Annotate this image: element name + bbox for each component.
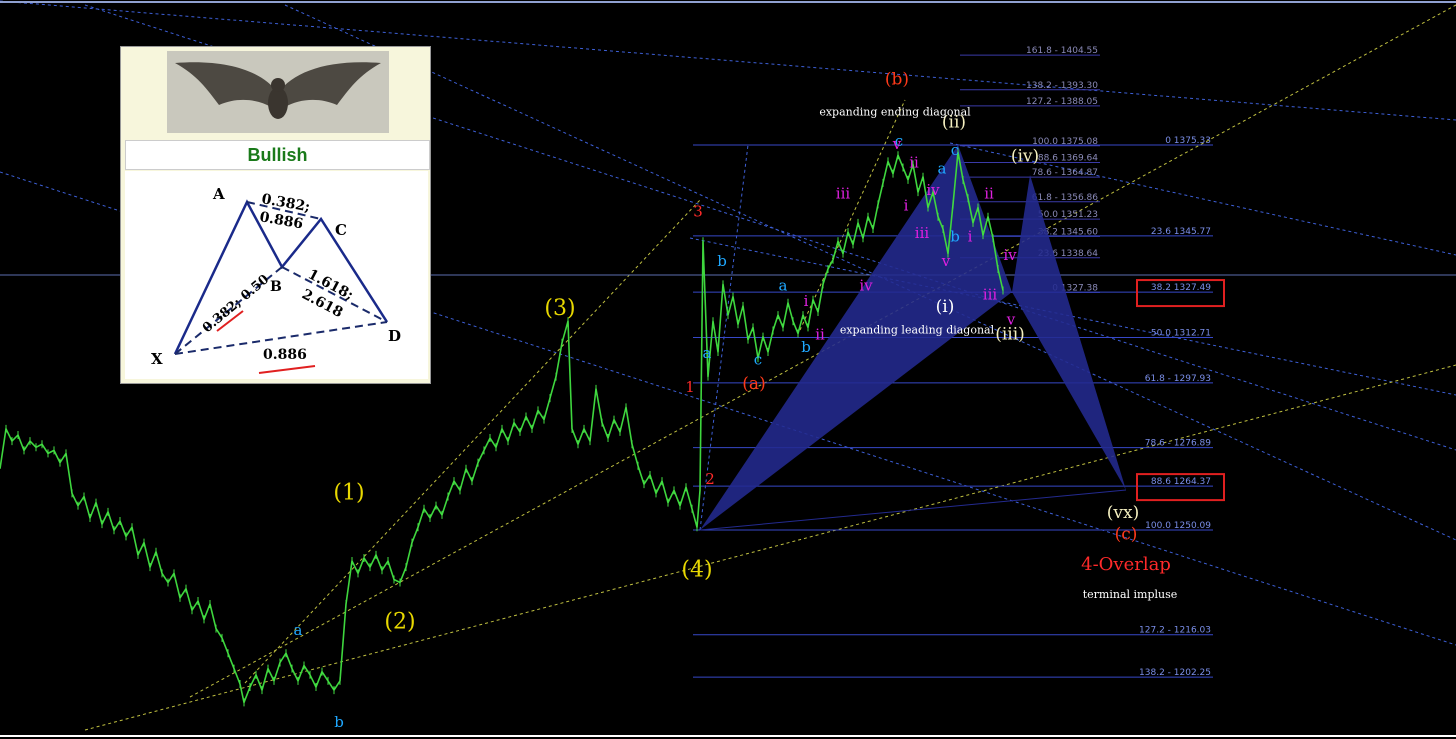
fib-label-13: 38.2 1327.49 <box>1151 283 1211 293</box>
wave-label-31: i <box>904 197 909 215</box>
fib-label-14: 50.0 1312.71 <box>1151 329 1211 339</box>
wave-label-7: 2 <box>705 470 715 488</box>
wave-label-6: 1 <box>685 378 695 396</box>
annotation-2: 4-Overlap <box>1081 554 1171 575</box>
wave-label-10: b <box>717 252 727 270</box>
fib-label-12: 23.6 1345.77 <box>1151 227 1211 237</box>
fib-label-17: 88.6 1264.37 <box>1151 477 1211 487</box>
point-c: C <box>335 221 347 239</box>
wave-label-18: (a) <box>742 374 765 394</box>
annotation-3: terminal impluse <box>1083 588 1178 601</box>
wave-label-25: (vx) <box>1107 503 1139 523</box>
point-d: D <box>388 327 401 345</box>
wave-label-17: c <box>951 141 959 159</box>
wave-label-40: v <box>1006 310 1016 328</box>
annotation-1: expanding leading diagonal <box>840 324 995 337</box>
fib-label-20: 138.2 - 1202.25 <box>1139 668 1211 678</box>
wave-label-8: 3 <box>693 203 703 221</box>
wave-label-12: a <box>779 276 788 294</box>
wave-label-16: b <box>950 227 960 245</box>
fib-label-15: 61.8 - 1297.93 <box>1145 374 1211 384</box>
wave-label-34: iv <box>926 181 940 199</box>
fib-label-4: 88.6 1369.64 <box>1038 153 1098 163</box>
fib-label-5: 78.6 - 1364.87 <box>1032 168 1098 178</box>
pattern-title: Bullish <box>125 140 430 170</box>
ratio-xb: 0.382; 0.50 <box>200 272 272 336</box>
wave-label-21: (i) <box>936 297 955 317</box>
wave-label-13: b <box>801 338 811 356</box>
fib-label-2: 127.2 - 1388.05 <box>1026 97 1098 107</box>
fib-label-16: 78.6 - 1276.89 <box>1145 439 1211 449</box>
wave-label-28: iii <box>836 184 851 202</box>
wave-label-24: (iv) <box>1011 146 1039 166</box>
wave-label-3: (4) <box>681 557 712 582</box>
point-b: B <box>270 279 282 295</box>
wave-label-15: a <box>938 160 947 178</box>
wave-label-11: c <box>754 350 762 368</box>
wave-label-27: ii <box>815 326 825 344</box>
wave-label-2: (3) <box>544 296 575 321</box>
fib-label-7: 50.0 1351.23 <box>1038 210 1098 220</box>
wave-label-9: a <box>703 344 712 362</box>
point-a: A <box>212 185 225 203</box>
wave-label-29: iv <box>859 276 873 294</box>
fib-label-11: 0 1375.33 <box>1165 136 1211 146</box>
wave-label-39: iv <box>1003 246 1017 264</box>
wave-label-5: b <box>334 713 344 731</box>
wave-label-0: (1) <box>333 481 364 506</box>
fib-label-18: 100.0 1250.09 <box>1145 521 1211 531</box>
fib-label-0: 161.8 - 1404.55 <box>1026 46 1098 56</box>
pattern-diagram: X A B C D 0.382; 0.886 0.382; 0.50 1.618… <box>125 171 428 379</box>
wave-label-30: v <box>892 135 902 153</box>
fib-label-6: 61.8 - 1356.86 <box>1032 193 1098 203</box>
bat-pattern-inset: Bullish X A B C D 0.382; 0.886 0.382; 0.… <box>120 46 431 384</box>
wave-label-20: (c) <box>1115 524 1138 544</box>
wave-label-33: iii <box>915 224 930 242</box>
wave-label-38: iii <box>983 286 998 304</box>
wave-label-19: (b) <box>885 70 909 90</box>
bat-photo <box>167 51 389 133</box>
wave-label-1: (2) <box>384 610 415 635</box>
fib-label-19: 127.2 - 1216.03 <box>1139 626 1211 636</box>
wave-label-37: ii <box>984 184 994 202</box>
wave-label-35: v <box>941 252 951 270</box>
annotation-0: expanding ending diagonal <box>819 105 971 118</box>
ratio-xd: 0.886 <box>263 347 307 363</box>
point-x: X <box>151 350 163 368</box>
wave-label-26: i <box>804 292 809 310</box>
fib-label-1: 138.2 - 1393.30 <box>1026 81 1098 91</box>
wave-label-32: ii <box>909 154 919 172</box>
wave-label-4: a <box>294 621 303 639</box>
wave-label-36: i <box>968 227 973 245</box>
